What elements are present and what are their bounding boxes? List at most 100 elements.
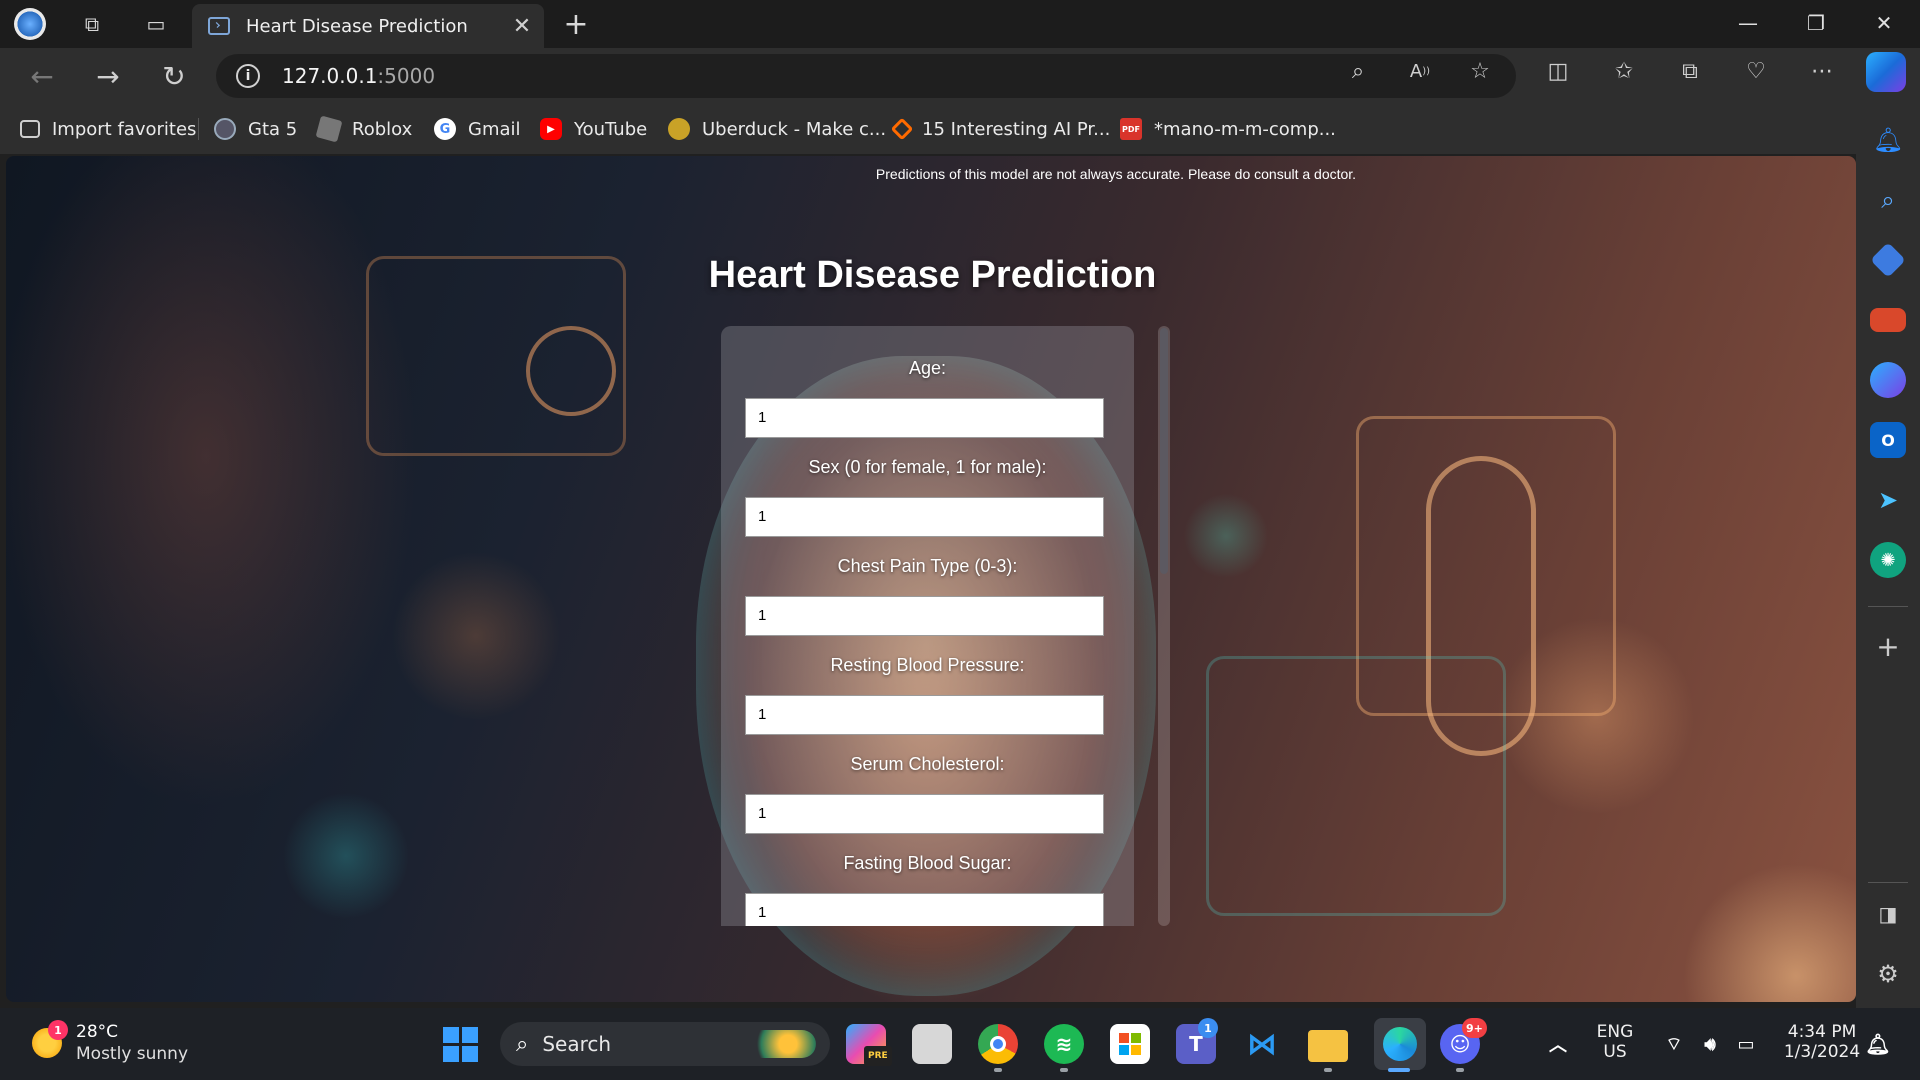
favorite-import[interactable]: Import favorites xyxy=(20,114,196,144)
copilot-icon[interactable] xyxy=(1866,52,1906,92)
microsoft-store-icon[interactable] xyxy=(1110,1024,1150,1064)
add-favorite-star-icon[interactable]: ☆ xyxy=(1462,54,1498,88)
back-button[interactable]: ← xyxy=(22,58,62,94)
start-windows-icon[interactable] xyxy=(440,1024,480,1064)
favorite-pdf[interactable]: PDF *mano-m-m-comp... xyxy=(1120,114,1336,144)
close-tab-icon[interactable]: ✕ xyxy=(508,14,536,39)
close-window-button[interactable]: ✕ xyxy=(1850,0,1918,46)
shopping-tag-icon[interactable] xyxy=(1870,242,1906,278)
roblox-icon xyxy=(315,115,343,143)
discord-running-indicator xyxy=(1456,1068,1464,1072)
terminal-favicon-icon xyxy=(208,17,230,35)
favorite-label: Gta 5 xyxy=(248,118,298,140)
outlook-icon[interactable]: O xyxy=(1870,422,1906,458)
read-aloud-icon[interactable]: A)) xyxy=(1402,54,1438,88)
favorite-label: Import favorites xyxy=(52,118,197,140)
field-label: Age: xyxy=(908,358,947,378)
chatgpt-icon[interactable]: ✺ xyxy=(1870,542,1906,578)
file-explorer-icon[interactable] xyxy=(1308,1030,1348,1062)
favorite-roblox[interactable]: Roblox xyxy=(315,114,412,144)
teams-icon[interactable]: T 1 xyxy=(1176,1018,1218,1064)
weather-widget[interactable]: 1 28°C Mostly sunny xyxy=(28,1020,208,1068)
field-cholesterol: Serum Cholesterol: 1 xyxy=(721,754,1134,834)
new-tab-button[interactable]: + xyxy=(560,7,592,42)
settings-gear-icon[interactable]: ⚙ xyxy=(1870,956,1906,992)
workspaces-icon[interactable]: ⧉ xyxy=(76,8,108,40)
page-viewport: Predictions of this model are not always… xyxy=(6,156,1856,1002)
favorites-bar: Import favorites Gta 5 Roblox G Gmail ▶ … xyxy=(0,104,1920,154)
language-indicator[interactable]: ENG US xyxy=(1590,1022,1640,1062)
discord-icon[interactable]: ☺ 9+ xyxy=(1440,1018,1487,1064)
url-port: :5000 xyxy=(377,64,436,88)
wifi-icon[interactable]: ⌔ xyxy=(1654,1024,1694,1064)
chest-pain-type-input[interactable]: 1 xyxy=(745,596,1104,636)
search-icon[interactable]: ⌕ xyxy=(1870,182,1906,218)
bg-ring-decoration xyxy=(526,326,616,416)
favorite-label: Gmail xyxy=(468,118,521,140)
prediction-form: Age: 1 Sex (0 for female, 1 for male): 1… xyxy=(721,326,1134,926)
form-scrollbar-thumb[interactable] xyxy=(1160,328,1168,574)
favorite-label: YouTube xyxy=(574,118,648,140)
vscode-icon[interactable]: ⋈ xyxy=(1242,1024,1282,1064)
age-input[interactable]: 1 xyxy=(745,398,1104,438)
spotify-icon[interactable]: ≋ xyxy=(1044,1024,1084,1064)
show-hidden-icons-chevron-icon[interactable]: ︿ xyxy=(1538,1024,1578,1064)
favorite-ai-projects[interactable]: 15 Interesting AI Pr... xyxy=(890,114,1110,144)
battery-icon[interactable]: ▭ xyxy=(1726,1024,1766,1064)
add-sidebar-app-icon[interactable]: + xyxy=(1870,628,1906,664)
sex-input[interactable]: 1 xyxy=(745,497,1104,537)
field-age: Age: 1 xyxy=(721,358,1134,438)
explorer-running-indicator xyxy=(1324,1068,1332,1072)
refresh-button[interactable]: ↻ xyxy=(154,58,194,94)
favorite-gmail[interactable]: G Gmail xyxy=(434,114,521,144)
notifications-bell-icon[interactable]: 🔔︎ xyxy=(1870,122,1906,158)
tab-title: Heart Disease Prediction xyxy=(246,15,468,37)
youtube-icon: ▶ xyxy=(540,118,562,140)
clock[interactable]: 4:34 PM 1/3/2024 xyxy=(1772,1022,1872,1062)
tab-actions-icon[interactable]: ▭ xyxy=(140,8,172,40)
hide-sidebar-icon[interactable]: ◨ xyxy=(1870,896,1906,932)
tab-heart-disease-prediction[interactable]: Heart Disease Prediction ✕ xyxy=(192,4,544,48)
page-title: Heart Disease Prediction xyxy=(708,254,1157,296)
site-info-icon[interactable]: i xyxy=(236,64,260,88)
field-resting-bp: Resting Blood Pressure: 1 xyxy=(721,655,1134,735)
serum-cholesterol-input[interactable]: 1 xyxy=(745,794,1104,834)
address-bar[interactable]: i 127.0.0.1:5000 xyxy=(216,54,1516,98)
resting-blood-pressure-input[interactable]: 1 xyxy=(745,695,1104,735)
field-chest-pain: Chest Pain Type (0-3): 1 xyxy=(721,556,1134,636)
copilot-sidebar-icon[interactable] xyxy=(1870,362,1906,398)
send-paper-plane-icon[interactable]: ➤ xyxy=(1870,482,1906,518)
forward-button[interactable]: → xyxy=(88,58,128,94)
profile-avatar[interactable] xyxy=(14,8,46,40)
zoom-icon[interactable]: ⌕ xyxy=(1340,54,1376,88)
favorite-uberduck[interactable]: Uberduck - Make c... xyxy=(668,114,886,144)
favorite-youtube[interactable]: ▶ YouTube xyxy=(540,114,647,144)
sidebar-divider xyxy=(1868,606,1908,607)
task-view-icon[interactable] xyxy=(912,1024,952,1064)
favorites-icon[interactable]: ✩ xyxy=(1606,54,1642,88)
split-screen-icon[interactable]: ◫ xyxy=(1540,54,1576,88)
tools-briefcase-icon[interactable] xyxy=(1870,308,1906,332)
edge-icon-active[interactable] xyxy=(1374,1018,1426,1070)
copilot-taskbar-icon[interactable]: PRE xyxy=(846,1024,892,1066)
field-sex: Sex (0 for female, 1 for male): 1 xyxy=(721,457,1134,537)
spotify-running-indicator xyxy=(1060,1068,1068,1072)
field-label: Chest Pain Type (0-3): xyxy=(837,556,1018,576)
url-host: 127.0.0.1 xyxy=(282,64,378,88)
diamond-icon xyxy=(890,117,914,141)
minimize-button[interactable]: — xyxy=(1714,0,1782,46)
discord-badge: 9+ xyxy=(1462,1018,1487,1038)
favorite-gta5[interactable]: Gta 5 xyxy=(214,114,297,144)
field-label: Serum Cholesterol: xyxy=(850,754,1005,774)
more-options-icon[interactable]: ⋯ xyxy=(1804,54,1840,88)
restore-button[interactable]: ❐ xyxy=(1782,0,1850,46)
windows-taskbar: 1 28°C Mostly sunny ⌕ Search PRE ≋ T 1 ⋈… xyxy=(0,1008,1920,1080)
chrome-icon[interactable] xyxy=(978,1024,1018,1064)
notification-center-bell-icon[interactable]: 🔔︎ xyxy=(1858,1024,1898,1064)
collections-icon[interactable]: ⧉ xyxy=(1672,54,1708,88)
taskbar-search[interactable]: ⌕ Search xyxy=(500,1022,830,1066)
volume-icon[interactable]: 🔊︎ xyxy=(1690,1024,1730,1064)
browser-essentials-icon[interactable]: ♡ xyxy=(1738,54,1774,88)
disclaimer-text: Predictions of this model are not always… xyxy=(875,166,1357,182)
fasting-blood-sugar-input[interactable]: 1 xyxy=(745,893,1104,926)
